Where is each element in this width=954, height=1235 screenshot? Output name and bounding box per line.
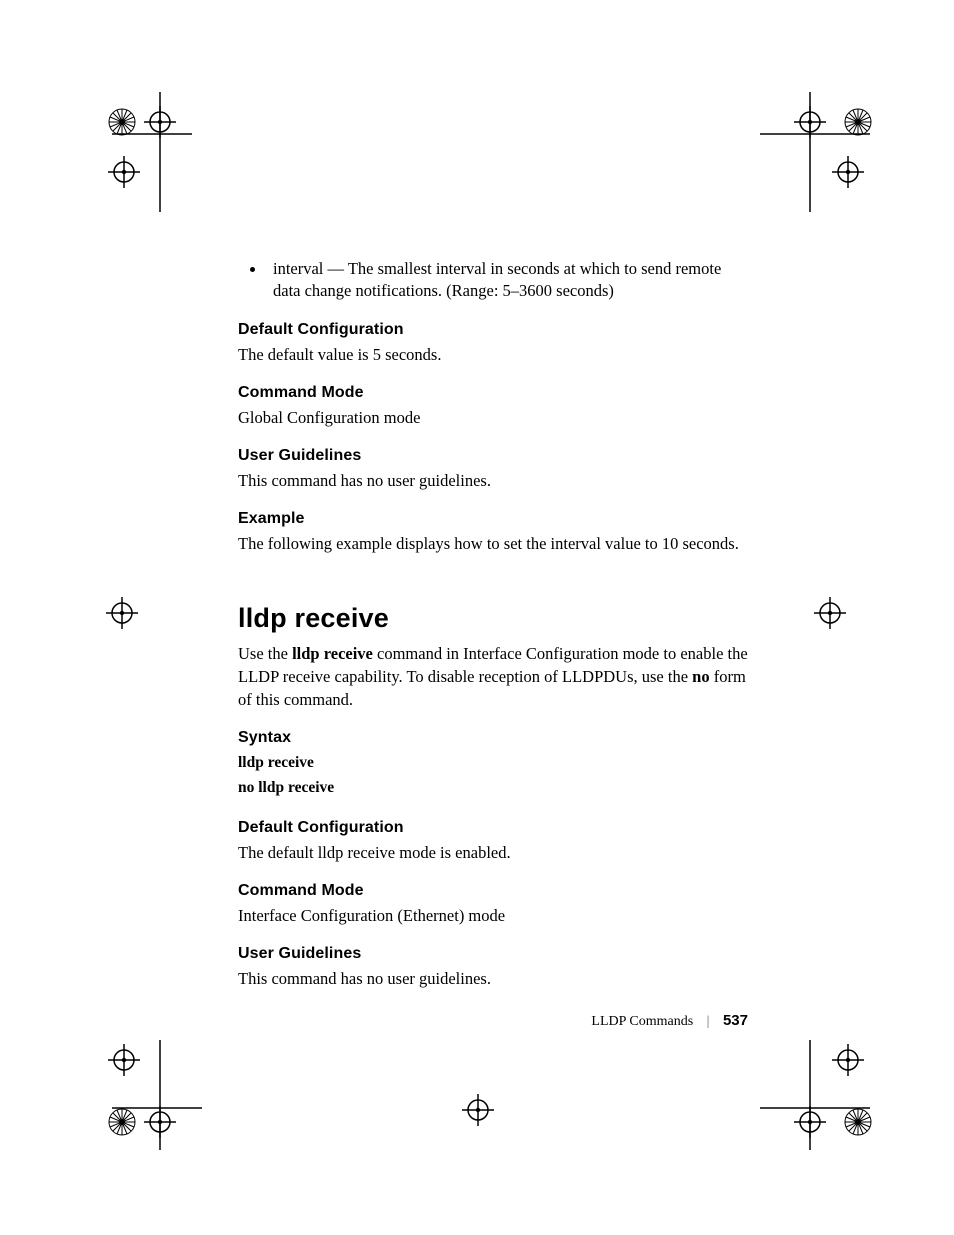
heading-user-guidelines-2: User Guidelines [238, 945, 748, 963]
registration-mark-icon [740, 72, 900, 212]
bullet-text: interval — The smallest interval in seco… [273, 258, 748, 303]
heading-example: Example [238, 510, 748, 528]
intro-pre: Use the [238, 644, 292, 663]
registration-mark-icon [800, 588, 870, 638]
text-default-config-2: The default lldp receive mode is enabled… [238, 841, 748, 864]
heading-command-mode-2: Command Mode [238, 882, 748, 900]
text-default-config-1: The default value is 5 seconds. [238, 343, 748, 366]
registration-mark-icon [448, 1085, 518, 1135]
registration-mark-icon [72, 1030, 202, 1170]
heading-default-config-2: Default Configuration [238, 819, 748, 837]
heading-default-config-1: Default Configuration [238, 321, 748, 339]
intro-bold2: no [692, 667, 709, 686]
registration-mark-icon [740, 1030, 900, 1170]
heading-syntax: Syntax [238, 729, 748, 747]
footer-section: LLDP Commands [591, 1014, 693, 1029]
text-command-mode-1: Global Configuration mode [238, 406, 748, 429]
command-title: lldp receive [238, 603, 748, 634]
text-command-mode-2: Interface Configuration (Ethernet) mode [238, 904, 748, 927]
text-user-guidelines-1: This command has no user guidelines. [238, 469, 748, 492]
intro-bold1: lldp receive [292, 644, 373, 663]
page-footer: LLDP Commands | 537 [238, 1012, 748, 1030]
registration-mark-icon [92, 588, 162, 638]
bullet-dot-icon [250, 267, 255, 272]
heading-user-guidelines-1: User Guidelines [238, 447, 748, 465]
syntax-line-2: no lldp receive [238, 776, 748, 801]
footer-page-number: 537 [723, 1012, 748, 1029]
text-user-guidelines-2: This command has no user guidelines. [238, 967, 748, 990]
footer-separator-icon: | [707, 1014, 710, 1029]
bullet-item: interval — The smallest interval in seco… [238, 258, 748, 303]
heading-command-mode-1: Command Mode [238, 384, 748, 402]
text-example: The following example displays how to se… [238, 532, 748, 555]
command-intro: Use the lldp receive command in Interfac… [238, 642, 748, 711]
registration-mark-icon [72, 72, 192, 212]
page-content: interval — The smallest interval in seco… [238, 258, 748, 996]
syntax-line-1: lldp receive [238, 751, 748, 776]
